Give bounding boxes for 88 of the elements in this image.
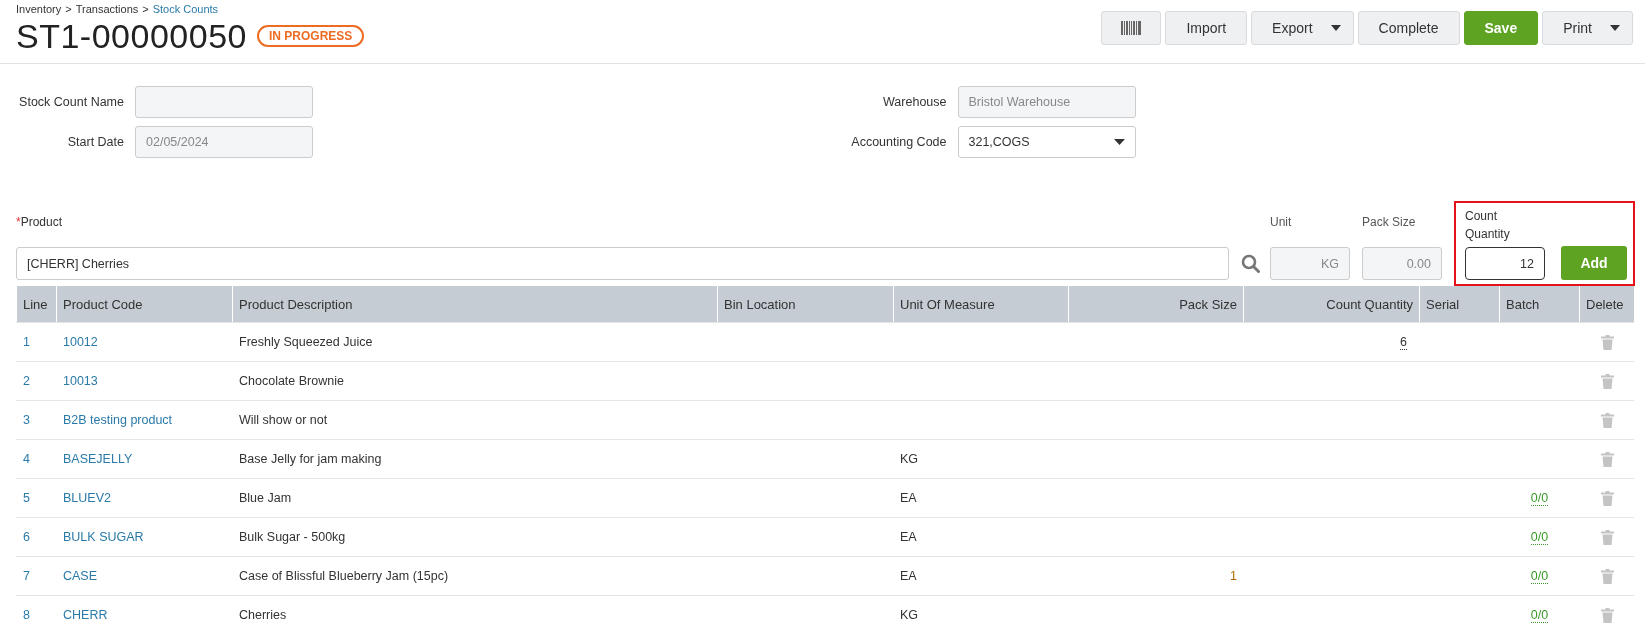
barcode-icon <box>1121 21 1142 35</box>
column-header: Product Description <box>232 286 717 322</box>
column-header: Line <box>16 286 56 322</box>
line-number: 5 <box>23 491 30 505</box>
trash-icon[interactable] <box>1600 568 1614 584</box>
trash-icon[interactable] <box>1600 490 1614 506</box>
table-cell: EA <box>900 530 917 544</box>
product-code-link[interactable]: B2B testing product <box>63 413 173 427</box>
trash-icon[interactable] <box>1600 412 1614 428</box>
product-code-link[interactable]: BASEJELLY <box>63 452 133 466</box>
product-code-link[interactable]: BULK SUGAR <box>63 530 144 544</box>
trash-icon[interactable] <box>1600 529 1614 545</box>
product-code-link[interactable]: BLUEV2 <box>63 491 111 505</box>
table-cell: Will show or not <box>239 413 328 427</box>
product-code-link[interactable]: 10012 <box>63 335 98 349</box>
table-cell: Chocolate Brownie <box>239 374 344 388</box>
breadcrumb-separator: > <box>65 3 72 15</box>
field-label: *Product <box>16 215 64 229</box>
line-number: 6 <box>23 530 30 544</box>
table-cell: EA <box>900 491 917 505</box>
count-quantity-value[interactable]: 6 <box>1400 334 1407 350</box>
pack-size-field[interactable]: 0.00 <box>1362 247 1442 280</box>
breadcrumb-separator: > <box>142 3 149 15</box>
column-header: Batch <box>1499 286 1579 322</box>
toolbar-button[interactable]: Complete <box>1357 11 1460 45</box>
unit-field[interactable]: KG <box>1270 247 1350 280</box>
trash-icon[interactable] <box>1600 451 1614 467</box>
product-code-link[interactable]: CASE <box>63 569 98 583</box>
field-label: Count Quantity <box>1465 208 1511 243</box>
trash-icon[interactable] <box>1600 334 1614 350</box>
line-number: 7 <box>23 569 30 583</box>
status-badge: IN PROGRESS <box>256 25 365 47</box>
table-cell: 1 <box>1230 569 1237 583</box>
toolbar-button[interactable]: Import <box>1165 11 1248 45</box>
count-quantity-field[interactable]: 12 <box>1465 247 1545 280</box>
column-header: Pack Size <box>1068 286 1243 322</box>
line-number: 8 <box>23 608 30 622</box>
add-button[interactable]: Add <box>1561 246 1627 280</box>
input-field[interactable]: 02/05/2024 <box>135 126 313 158</box>
field-label: Unit <box>1270 215 1293 229</box>
column-header: Product Code <box>56 286 232 322</box>
table-cell: Case of Blissful Blueberry Jam (15pc) <box>239 569 449 583</box>
dropdown-field[interactable]: 321,COGS <box>957 126 1136 158</box>
toolbar-button[interactable]: Save <box>1463 11 1539 45</box>
toolbar-button[interactable]: Export <box>1251 11 1354 45</box>
batch-link[interactable]: 0/0 <box>1530 607 1549 623</box>
barcode-button[interactable] <box>1101 11 1162 45</box>
field-label: Start Date <box>66 135 124 149</box>
caret-icon <box>1610 25 1620 31</box>
field-label: Warehouse <box>882 95 947 109</box>
breadcrumb-link[interactable]: Inventory <box>16 3 62 15</box>
table-cell: Freshly Squeezed Juice <box>239 335 373 349</box>
table-cell: Blue Jam <box>239 491 292 505</box>
field-label: Accounting Code <box>850 135 947 149</box>
table-cell: Bulk Sugar - 500kg <box>239 530 346 544</box>
table-cell: Cherries <box>239 608 287 622</box>
toolbar-button[interactable]: Print <box>1542 11 1633 45</box>
search-icon[interactable] <box>1241 254 1260 273</box>
page-title: ST1-00000050 <box>16 16 247 56</box>
product-code-link[interactable]: 10013 <box>63 374 98 388</box>
trash-icon[interactable] <box>1600 607 1614 623</box>
breadcrumb-link[interactable]: Stock Counts <box>152 3 219 15</box>
table-cell: KG <box>900 452 919 466</box>
line-number: 4 <box>23 452 30 466</box>
batch-link[interactable]: 0/0 <box>1530 568 1549 584</box>
product-field[interactable]: [CHERR] Cherries <box>16 247 1229 280</box>
product-code-link[interactable]: CHERR <box>63 608 108 622</box>
field-label: Stock Count Name <box>18 95 124 109</box>
column-header: Delete <box>1579 286 1634 322</box>
table-cell: Base Jelly for jam making <box>239 452 382 466</box>
table-cell: KG <box>900 608 919 622</box>
caret-icon <box>1113 139 1125 145</box>
table-cell: EA <box>900 569 917 583</box>
batch-link[interactable]: 0/0 <box>1530 529 1549 545</box>
line-number: 3 <box>23 413 30 427</box>
breadcrumb-link[interactable]: Transactions <box>75 3 139 15</box>
field-label: Pack Size <box>1362 215 1417 229</box>
line-number: 1 <box>23 335 30 349</box>
trash-icon[interactable] <box>1600 373 1614 389</box>
column-header: Count Quantity <box>1243 286 1419 322</box>
column-header: Serial <box>1419 286 1499 322</box>
batch-link[interactable]: 0/0 <box>1530 490 1549 506</box>
input-field[interactable]: Bristol Warehouse <box>957 86 1136 118</box>
line-number: 2 <box>23 374 30 388</box>
caret-icon <box>1330 25 1341 31</box>
column-header: Unit Of Measure <box>893 286 1068 322</box>
input-field[interactable] <box>135 86 313 118</box>
column-header: Bin Location <box>717 286 893 322</box>
